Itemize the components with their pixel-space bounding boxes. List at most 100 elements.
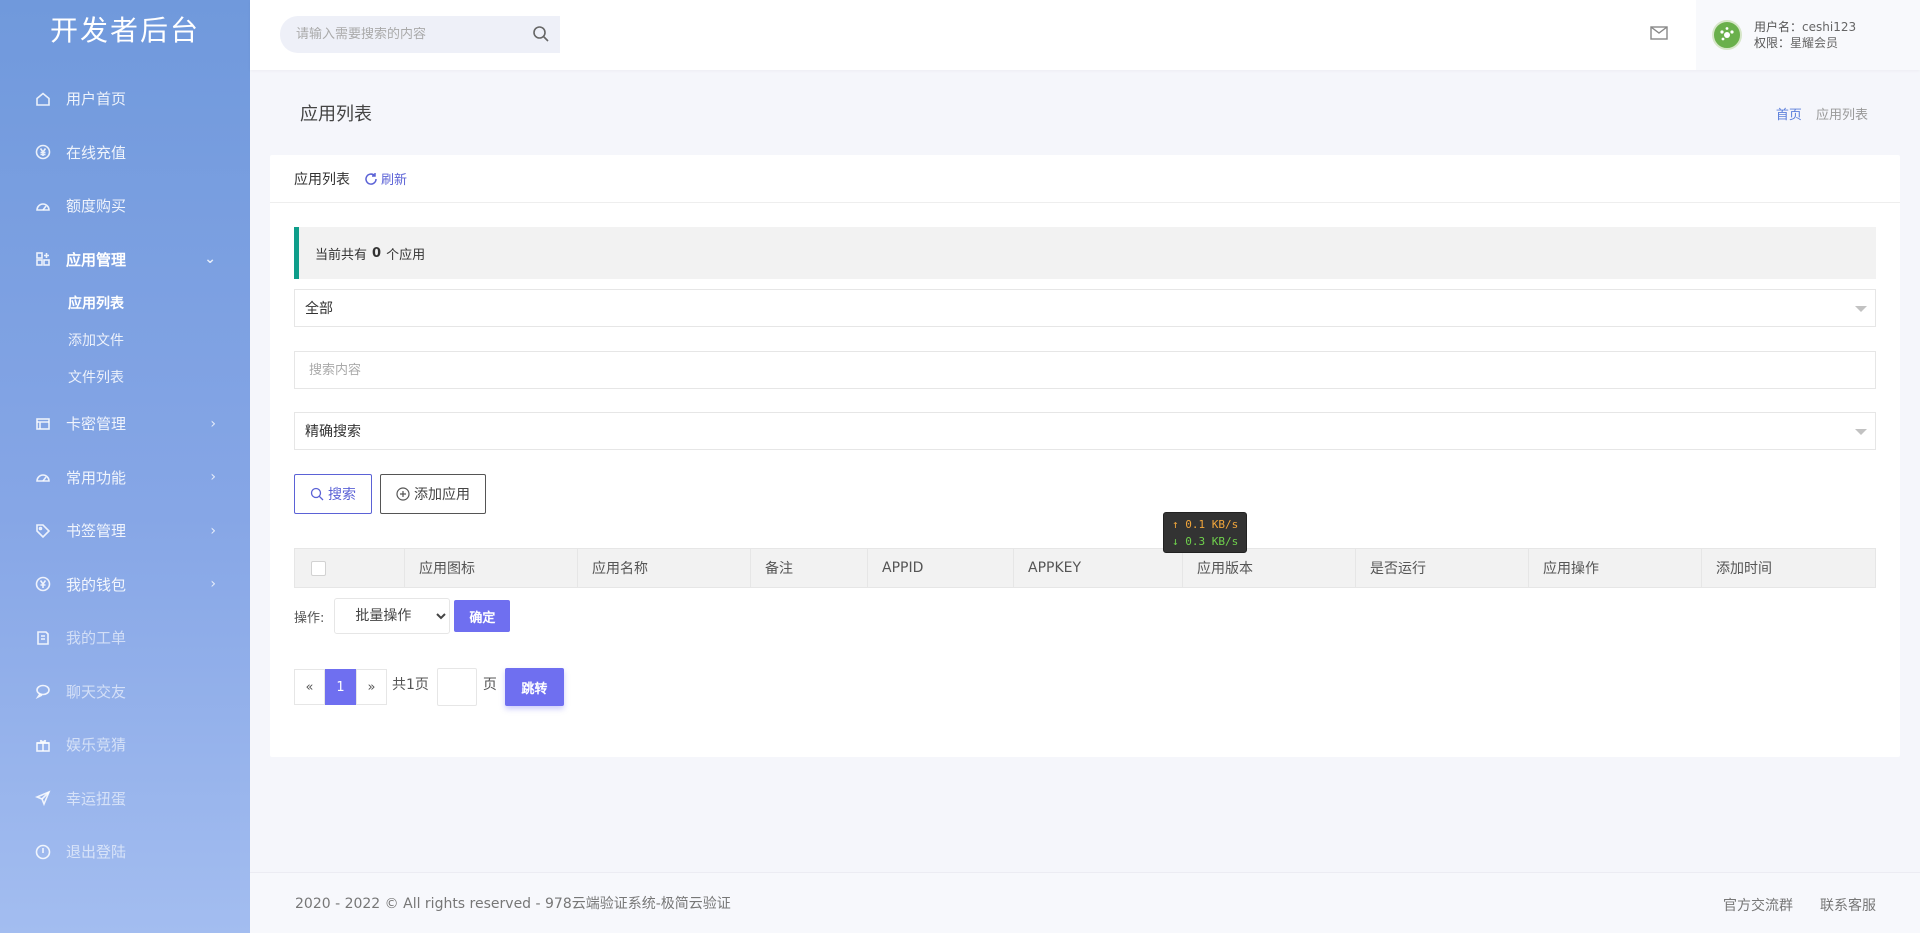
sidebar-item-label: 额度购买	[66, 197, 127, 216]
search-input[interactable]	[294, 351, 1876, 389]
add-app-label: 添加应用	[414, 487, 470, 503]
filter-select-value: 全部	[305, 301, 333, 317]
page-jump-input[interactable]	[436, 668, 477, 706]
global-search	[280, 16, 560, 53]
chevron-right-icon: ›	[210, 469, 216, 486]
bulk-action-select[interactable]: 批量操作	[334, 598, 451, 634]
sidebar-item-home[interactable]: 用户首页	[0, 72, 250, 126]
copyright: 2020 - 2022 © All rights reserved - 978云…	[295, 896, 731, 912]
sidebar-item-label: 退出登陆	[66, 843, 127, 862]
gift-icon	[34, 736, 52, 754]
refresh-button[interactable]: 刷新	[364, 169, 407, 188]
sidebar-item-common-functions[interactable]: 常用功能 ›	[0, 451, 250, 505]
sidebar-item-logout[interactable]: 退出登陆	[0, 825, 250, 879]
avatar	[1712, 20, 1742, 50]
column-header[interactable]: 应用操作	[1529, 549, 1702, 587]
user-menu[interactable]: 用户名：ceshi123 权限：星耀会员	[1696, 0, 1920, 70]
sidebar-item-bookmarks[interactable]: 书签管理 ›	[0, 504, 250, 558]
upload-speed: ↑ 0.1 KB/s	[1172, 518, 1239, 531]
search-icon[interactable]	[532, 25, 550, 47]
prev-page-button[interactable]: «	[294, 669, 325, 705]
ticket-icon	[34, 629, 52, 647]
footer-link-group[interactable]: 官方交流群	[1723, 895, 1793, 915]
column-header[interactable]: 应用名称	[578, 549, 751, 587]
sidebar-item-label: 我的钱包	[66, 575, 127, 594]
submenu-item-add-file[interactable]: 添加文件	[0, 323, 250, 360]
bulk-operations: 操作: 批量操作 确定	[294, 598, 511, 634]
role-label: 权限：	[1754, 36, 1791, 50]
current-page-button[interactable]: 1	[325, 669, 356, 705]
footer-links: 官方交流群 联系客服	[1696, 895, 1876, 915]
add-circle-icon	[396, 487, 410, 501]
wallet-icon	[34, 575, 52, 593]
sidebar-item-label: 娱乐竞猜	[66, 736, 127, 755]
sidebar-item-label: 常用功能	[66, 468, 127, 487]
sidebar-item-card-management[interactable]: 卡密管理 ›	[0, 397, 250, 451]
app-list-card: 应用列表 刷新 当前共有 0 个应用 全部 精确搜索 搜索 添加应用 应用图标 …	[270, 155, 1900, 757]
download-speed: ↓ 0.3 KB/s	[1172, 535, 1239, 548]
tag-icon	[34, 522, 52, 540]
chevron-right-icon: ›	[210, 576, 216, 593]
column-header[interactable]: APPKEY	[1014, 549, 1183, 587]
select-all-checkbox[interactable]	[311, 560, 326, 576]
gauge-icon	[34, 197, 52, 215]
notice-suffix: 个应用	[386, 247, 426, 263]
network-speed-widget: ↑ 0.1 KB/s ↓ 0.3 KB/s	[1163, 512, 1247, 553]
page-unit: 页	[482, 677, 497, 693]
search-button-label: 搜索	[328, 487, 356, 503]
sidebar-item-wallet[interactable]: 我的钱包 ›	[0, 558, 250, 612]
send-icon	[34, 789, 52, 807]
username: ceshi123	[1802, 20, 1857, 34]
column-header[interactable]: 是否运行	[1356, 549, 1529, 587]
column-header[interactable]: 应用图标	[405, 549, 578, 587]
total-pages: 共1页	[392, 677, 429, 693]
apps-icon	[34, 250, 52, 268]
sidebar-item-recharge[interactable]: 在线充值	[0, 126, 250, 180]
column-header[interactable]: 添加时间	[1702, 549, 1875, 587]
topbar: 用户名：ceshi123 权限：星耀会员	[250, 0, 1920, 70]
card-title: 应用列表	[294, 171, 350, 188]
chat-icon	[34, 682, 52, 700]
sidebar-item-chat[interactable]: 聊天交友	[0, 665, 250, 719]
sidebar-item-lucky-capsule[interactable]: 幸运扭蛋	[0, 772, 250, 826]
sidebar-item-entertainment[interactable]: 娱乐竞猜	[0, 718, 250, 772]
sidebar-item-label: 书签管理	[66, 522, 127, 541]
submenu-item-app-list[interactable]: 应用列表	[0, 286, 250, 323]
mail-icon[interactable]	[1650, 26, 1668, 44]
chevron-right-icon: ›	[210, 415, 216, 432]
dropdown-arrow-icon	[1855, 306, 1867, 312]
sidebar-item-label: 应用管理	[66, 250, 127, 269]
notice-prefix: 当前共有	[315, 247, 368, 263]
sidebar-item-label: 用户首页	[66, 90, 127, 109]
sidebar-item-tickets[interactable]: 我的工单	[0, 611, 250, 665]
search-icon	[310, 487, 324, 501]
pagination: « 1 » 共1页 页 跳转	[294, 668, 564, 706]
submenu-item-file-list[interactable]: 文件列表	[0, 360, 250, 397]
yuan-icon	[34, 143, 52, 161]
dropdown-arrow-icon	[1855, 429, 1867, 435]
column-header[interactable]: 应用版本	[1183, 549, 1356, 587]
bulk-confirm-button[interactable]: 确定	[454, 600, 511, 632]
filter-select[interactable]: 全部	[294, 289, 1876, 327]
user-role: 星耀会员	[1790, 36, 1839, 50]
sidebar-item-label: 我的工单	[66, 629, 127, 648]
notice-count: 0	[372, 245, 382, 261]
search-button[interactable]: 搜索	[294, 474, 372, 514]
add-app-button[interactable]: 添加应用	[380, 474, 486, 514]
page-title: 应用列表	[300, 104, 372, 125]
column-header[interactable]: APPID	[868, 549, 1014, 587]
breadcrumb-home[interactable]: 首页	[1776, 108, 1802, 123]
column-header[interactable]: 备注	[751, 549, 868, 587]
global-search-input[interactable]	[296, 27, 516, 42]
sidebar: 开发者后台 用户首页 在线充值 额度购买 应用管理 ⌄ 应用列表 添加文件 文件…	[0, 0, 250, 933]
next-page-button[interactable]: »	[356, 669, 387, 705]
page-jump-button[interactable]: 跳转	[504, 668, 564, 706]
app-table-header: 应用图标 应用名称 备注 APPID APPKEY 应用版本 是否运行 应用操作…	[294, 548, 1876, 588]
search-mode-value: 精确搜索	[305, 424, 361, 440]
breadcrumb-current: 应用列表	[1815, 108, 1868, 123]
chevron-right-icon: ›	[210, 522, 216, 539]
sidebar-item-quota[interactable]: 额度购买	[0, 179, 250, 233]
sidebar-item-app-management[interactable]: 应用管理 ⌄	[0, 233, 250, 287]
footer-link-support[interactable]: 联系客服	[1820, 895, 1876, 915]
search-mode-select[interactable]: 精确搜索	[294, 412, 1876, 450]
